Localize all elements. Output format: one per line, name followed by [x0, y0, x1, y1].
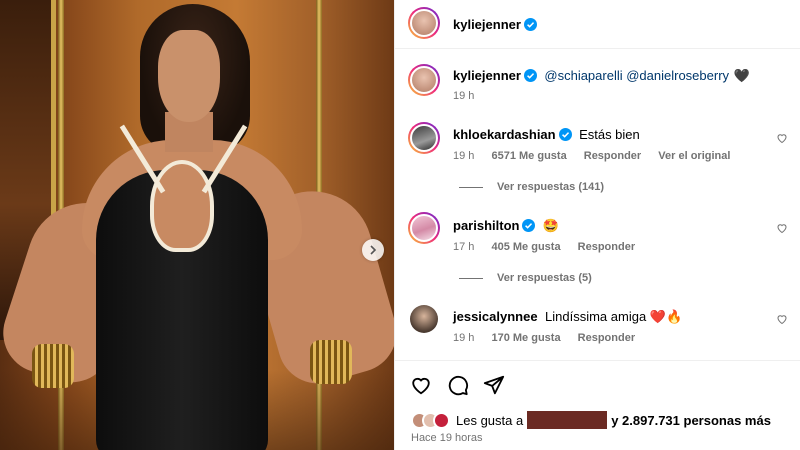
likes-count[interactable]: y 2.897.731 personas más [611, 413, 771, 428]
comment-likes[interactable]: 6571 Me gusta [491, 150, 566, 162]
comment-username[interactable]: jessicalynnee [453, 309, 538, 324]
comment-like-heart-icon[interactable] [776, 313, 788, 325]
comment-time: 19 h [453, 332, 475, 344]
caption-username[interactable]: kyliejenner [453, 68, 521, 83]
figure-face [158, 30, 220, 122]
comment-time: 17 h [453, 241, 475, 253]
like-heart-icon[interactable] [410, 374, 432, 396]
liker-avatar[interactable] [433, 411, 450, 429]
comment-meta: 19 h 170 Me gusta Responder [453, 332, 635, 344]
reply-line [459, 277, 483, 279]
comment-username[interactable]: khloekardashian [453, 127, 556, 142]
header-avatar[interactable] [408, 7, 440, 39]
caption-avatar[interactable] [408, 64, 440, 96]
comment-time: 19 h [453, 150, 475, 162]
view-replies-button[interactable]: Ver respuestas (5) [459, 272, 592, 284]
comment-like-heart-icon[interactable] [776, 132, 788, 144]
comment-avatar[interactable] [408, 212, 440, 244]
header-divider [395, 48, 800, 49]
reply-button[interactable]: Responder [584, 150, 641, 162]
black-heart-emoji: 🖤 [733, 68, 750, 83]
header-username[interactable]: kyliejenner [453, 17, 521, 32]
comment-meta: 17 h 405 Me gusta Responder [453, 241, 635, 253]
verified-badge-icon [523, 69, 537, 82]
gold-bangle [310, 340, 352, 384]
caption-mentions[interactable]: @schiaparelli @danielroseberry [544, 68, 729, 83]
comment-avatar[interactable] [410, 305, 438, 333]
dress-cutout [150, 160, 214, 252]
comment-khloekardashian: khloekardashian Estás bien [453, 126, 640, 144]
next-image-button[interactable] [362, 239, 384, 261]
reply-button[interactable]: Responder [578, 332, 635, 344]
comment-parishilton: parishilton 🤩 [453, 217, 559, 235]
see-original-button[interactable]: Ver el original [658, 150, 730, 162]
comment-likes[interactable]: 405 Me gusta [491, 241, 560, 253]
post-photo[interactable] [0, 0, 394, 450]
comment-text: 🤩 [542, 218, 560, 233]
comment-meta: 19 h 6571 Me gusta Responder Ver el orig… [453, 150, 730, 162]
view-replies-button[interactable]: Ver respuestas (141) [459, 181, 604, 193]
verified-badge-icon [523, 18, 537, 31]
comment-text: Lindíssima amiga ❤️🔥 [545, 309, 683, 324]
verified-badge-icon [558, 128, 572, 141]
comment-likes[interactable]: 170 Me gusta [491, 332, 560, 344]
comment-username[interactable]: parishilton [453, 218, 519, 233]
comment-avatar[interactable] [408, 122, 440, 154]
caption-time: 19 h [453, 90, 475, 102]
comment-like-heart-icon[interactable] [776, 222, 788, 234]
redacted-username [527, 411, 608, 429]
share-send-icon[interactable] [483, 374, 505, 396]
caption: kyliejenner @schiaparelli @danielroseber… [453, 67, 783, 85]
chevron-right-icon [370, 245, 377, 255]
reply-line [459, 186, 483, 188]
comment-jessicalynnee: jessicalynnee Lindíssima amiga ❤️🔥 [453, 308, 682, 326]
comment-text: Estás bien [579, 127, 640, 142]
actions-divider [395, 360, 800, 361]
comment-bubble-icon[interactable] [447, 374, 469, 396]
gold-bangle [32, 344, 74, 388]
verified-badge-icon [522, 219, 536, 232]
reply-button[interactable]: Responder [578, 241, 635, 253]
liker-avatars [411, 411, 450, 429]
likes-prefix: Les gusta a [456, 412, 524, 428]
likes-summary: Les gusta a y 2.897.731 personas más [411, 411, 771, 429]
post-time-ago: Hace 19 horas [411, 432, 483, 444]
post-side-panel: kyliejenner kyliejenner @schiaparelli @d… [394, 0, 800, 450]
